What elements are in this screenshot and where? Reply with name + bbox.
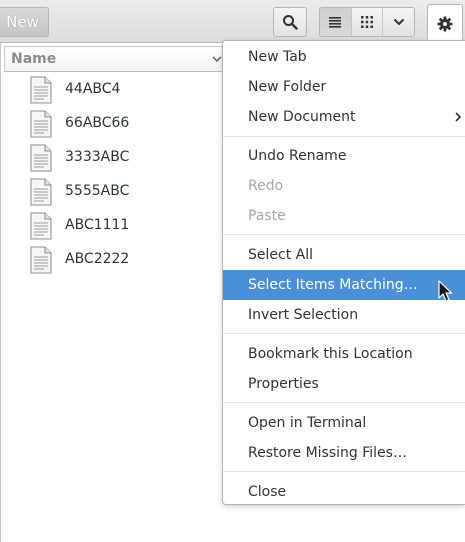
menu-separator [223, 136, 465, 137]
document-icon [30, 144, 52, 172]
gear-icon [437, 16, 453, 31]
grid-view-button[interactable] [351, 8, 384, 36]
document-icon [30, 212, 52, 240]
menu-item-paste: Paste [223, 201, 465, 230]
menu-item-bookmark-location[interactable]: Bookmark this Location [223, 339, 465, 368]
chevron-right-icon [455, 112, 462, 122]
search-icon [283, 15, 298, 30]
grid-view-icon [361, 16, 373, 28]
file-row[interactable]: 44ABC4 [1, 73, 223, 107]
header-bar: New [0, 0, 465, 43]
file-row[interactable]: ABC1111 [1, 209, 223, 243]
menu-item-label: Restore Missing Files… [248, 444, 407, 461]
menu-item-new-folder[interactable]: New Folder [223, 72, 465, 101]
file-manager-window: New Name 44ABC4 66ABC66 3333ABC 5555ABC … [0, 0, 465, 542]
name-column-label: Name [11, 51, 57, 67]
menu-item-close[interactable]: Close [223, 477, 465, 506]
menu-item-label: New Tab [248, 48, 307, 65]
file-row[interactable]: ABC2222 [1, 243, 223, 277]
file-name: 3333ABC [65, 149, 130, 165]
file-name: 66ABC66 [65, 115, 130, 131]
new-button[interactable]: New [0, 7, 49, 37]
menu-item-restore-missing-files[interactable]: Restore Missing Files… [223, 438, 465, 467]
file-name: ABC1111 [65, 217, 130, 233]
menu-separator [223, 402, 465, 403]
mouse-pointer-icon [438, 280, 453, 302]
file-name: 5555ABC [65, 183, 130, 199]
menu-item-label: Bookmark this Location [248, 345, 413, 362]
menu-item-label: Invert Selection [248, 306, 359, 323]
file-name: ABC2222 [65, 251, 130, 267]
menu-item-open-in-terminal[interactable]: Open in Terminal [223, 408, 465, 437]
action-menu-button[interactable] [427, 4, 463, 42]
list-view-icon [329, 17, 342, 28]
list-view-button[interactable] [320, 8, 352, 36]
search-button[interactable] [273, 7, 307, 37]
view-options-button[interactable] [383, 8, 414, 36]
menu-item-new-tab[interactable]: New Tab [223, 42, 465, 71]
menu-item-select-all[interactable]: Select All [223, 240, 465, 269]
document-icon [30, 110, 52, 138]
menu-item-label: Undo Rename [248, 147, 347, 164]
document-icon [30, 246, 52, 274]
menu-item-label: Select All [248, 246, 313, 263]
action-menu-popover: New Tab New Folder New Document Undo Ren… [222, 40, 465, 505]
menu-item-label: Properties [248, 375, 319, 392]
document-icon [30, 76, 52, 104]
menu-item-select-items-matching[interactable]: Select Items Matching… [223, 270, 465, 300]
menu-item-invert-selection[interactable]: Invert Selection [223, 300, 465, 329]
menu-item-redo: Redo [223, 171, 465, 200]
menu-item-label: Select Items Matching… [248, 277, 418, 293]
new-button-label: New [6, 13, 39, 31]
file-name: 44ABC4 [65, 81, 121, 97]
file-row[interactable]: 66ABC66 [1, 107, 223, 141]
menu-item-new-document[interactable]: New Document [223, 102, 465, 131]
menu-item-properties[interactable]: Properties [223, 369, 465, 398]
menu-item-label: New Folder [248, 78, 327, 95]
menu-item-label: New Document [248, 108, 356, 125]
name-column-header[interactable]: Name [4, 46, 228, 72]
menu-separator [223, 333, 465, 334]
file-row[interactable]: 5555ABC [1, 175, 223, 209]
menu-separator [223, 234, 465, 235]
menu-separator [223, 471, 465, 472]
menu-item-undo-rename[interactable]: Undo Rename [223, 141, 465, 170]
chevron-down-icon [393, 18, 404, 26]
menu-item-label: Redo [248, 177, 284, 194]
file-row[interactable]: 3333ABC [1, 141, 223, 175]
menu-item-label: Open in Terminal [248, 414, 367, 431]
menu-item-label: Paste [248, 207, 286, 224]
menu-item-label: Close [248, 483, 287, 500]
document-icon [30, 178, 52, 206]
view-switcher [319, 7, 415, 37]
